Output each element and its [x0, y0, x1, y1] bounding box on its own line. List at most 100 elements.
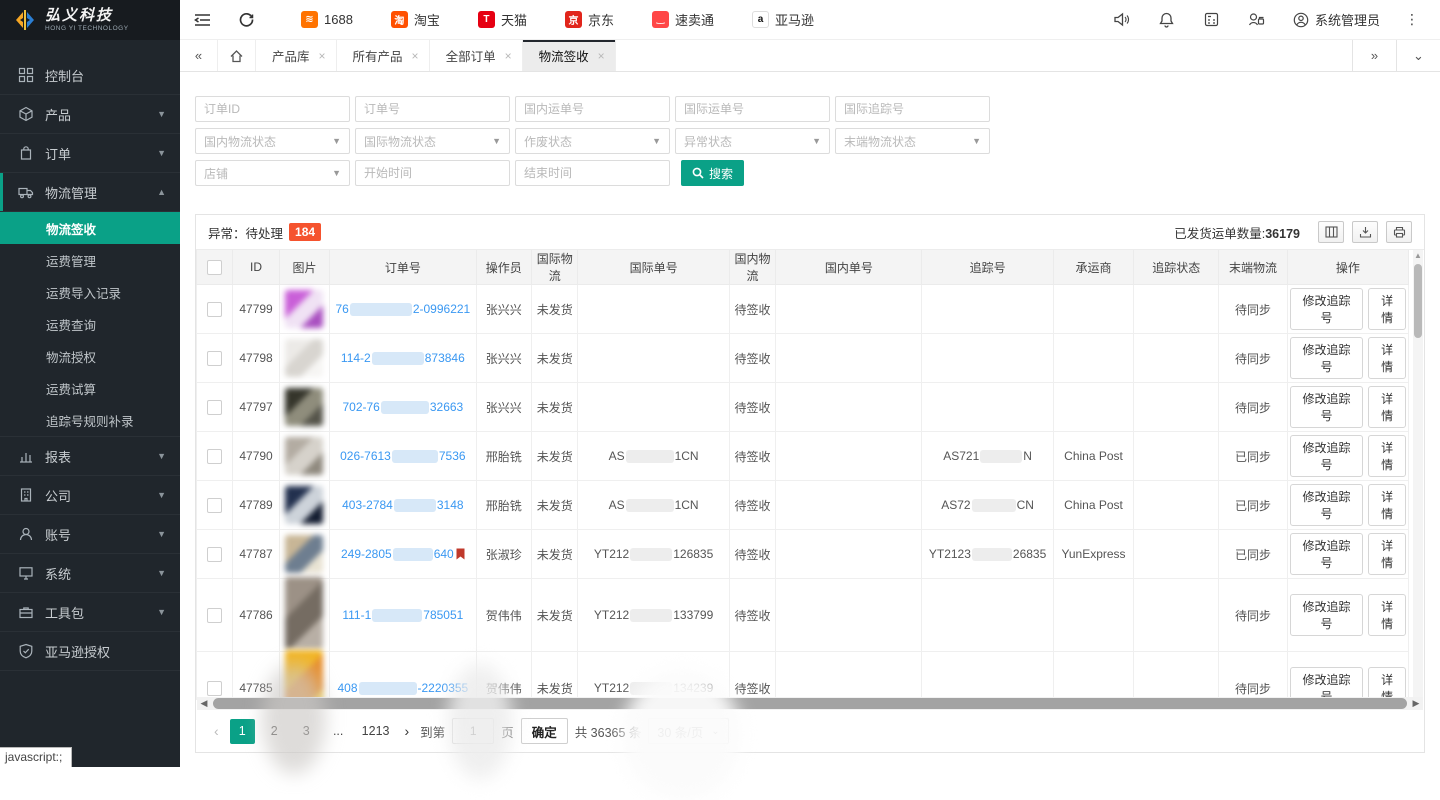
filter-input-国际运单号[interactable] [675, 96, 830, 122]
detail-button[interactable]: 详情 [1368, 484, 1406, 526]
filter-input-订单号[interactable] [355, 96, 510, 122]
prev-page-icon[interactable]: ‹ [210, 723, 223, 739]
announcement-icon[interactable] [1099, 0, 1144, 40]
filter-select-作废状态[interactable]: 作废状态▼ [515, 128, 670, 154]
sidebar-item-工具包[interactable]: 工具包▼ [0, 593, 180, 632]
goto-confirm-button[interactable]: 确定 [521, 718, 568, 744]
row-checkbox[interactable] [207, 449, 222, 464]
close-icon[interactable]: × [505, 49, 512, 63]
page-button-1213[interactable]: 1213 [358, 719, 394, 744]
scroll-up-icon[interactable]: ▲ [1413, 250, 1423, 262]
tabs-menu-icon[interactable]: ⌄ [1396, 40, 1440, 71]
edit-tracking-button[interactable]: 修改追踪号 [1290, 288, 1363, 330]
platform-amazon[interactable]: a亚马逊 [733, 0, 833, 40]
app-logo[interactable]: 弘义科技 HONG YI TECHNOLOGY [0, 0, 180, 40]
filter-select-店铺[interactable]: 店铺▼ [195, 160, 350, 186]
next-page-icon[interactable]: › [400, 723, 413, 739]
product-thumbnail[interactable] [285, 577, 323, 649]
sidebar-item-订单[interactable]: 订单▼ [0, 134, 180, 173]
export-icon[interactable] [1352, 221, 1378, 243]
columns-icon[interactable] [1318, 221, 1344, 243]
filter-select-末端物流状态[interactable]: 末端物流状态▼ [835, 128, 990, 154]
sidebar-subitem-运费查询[interactable]: 运费查询 [0, 308, 180, 340]
sidebar-subitem-物流签收[interactable]: 物流签收 [0, 212, 180, 244]
sidebar-item-物流管理[interactable]: 物流管理▲ [0, 173, 180, 212]
detail-button[interactable]: 详情 [1368, 288, 1406, 330]
more-menu-icon[interactable]: ⋮ [1394, 11, 1430, 28]
platform-tmall[interactable]: T天猫 [459, 0, 546, 40]
scroll-left-icon[interactable]: ◀ [197, 698, 211, 709]
home-tab-icon[interactable] [218, 40, 256, 71]
row-checkbox[interactable] [207, 302, 222, 317]
platform-taobao[interactable]: 淘淘宝 [372, 0, 459, 40]
filter-input-订单ID[interactable] [195, 96, 350, 122]
filter-input-国际追踪号[interactable] [835, 96, 990, 122]
edit-tracking-button[interactable]: 修改追踪号 [1290, 337, 1363, 379]
detail-button[interactable]: 详情 [1368, 667, 1406, 700]
filter-select-国际物流状态[interactable]: 国际物流状态▼ [355, 128, 510, 154]
order-number-link[interactable]: 762-0996221 [335, 302, 470, 316]
platform-jd[interactable]: 京京东 [546, 0, 633, 40]
filter-input-国内运单号[interactable] [515, 96, 670, 122]
pending-count-badge[interactable]: 184 [289, 223, 321, 241]
sidebar-subitem-物流授权[interactable]: 物流授权 [0, 340, 180, 372]
order-number-link[interactable]: 111-1785051 [342, 608, 463, 622]
edit-tracking-button[interactable]: 修改追踪号 [1290, 484, 1363, 526]
tab-物流签收[interactable]: 物流签收× [523, 40, 616, 71]
edit-tracking-button[interactable]: 修改追踪号 [1290, 386, 1363, 428]
close-icon[interactable]: × [598, 49, 605, 63]
table-scroll-area[interactable]: ID图片订单号操作员国际物流国际单号国内物流国内单号追踪号承运商追踪状态末端物流… [196, 249, 1424, 700]
filter-select-国内物流状态[interactable]: 国内物流状态▼ [195, 128, 350, 154]
row-checkbox[interactable] [207, 547, 222, 562]
tab-所有产品[interactable]: 所有产品× [337, 40, 430, 71]
order-number-link[interactable]: 403-27843148 [342, 498, 463, 512]
row-checkbox[interactable] [207, 608, 222, 623]
filter-input-开始时间[interactable] [355, 160, 510, 186]
scroll-right-icon[interactable]: ▶ [1409, 698, 1423, 709]
horizontal-scroll-thumb[interactable] [213, 698, 1407, 709]
collapse-menu-icon[interactable] [180, 0, 224, 40]
sidebar-subitem-运费试算[interactable]: 运费试算 [0, 372, 180, 404]
print-icon[interactable] [1386, 221, 1412, 243]
platform-1688[interactable]: ≋1688 [282, 0, 372, 40]
refresh-icon[interactable] [224, 0, 268, 40]
sidebar-item-报表[interactable]: 报表▼ [0, 437, 180, 476]
sidebar-item-公司[interactable]: 公司▼ [0, 476, 180, 515]
platform-aliexpress[interactable]: ‿速卖通 [633, 0, 733, 40]
product-thumbnail[interactable] [285, 437, 323, 475]
product-thumbnail[interactable] [285, 486, 323, 524]
row-checkbox[interactable] [207, 498, 222, 513]
tab-产品库[interactable]: 产品库× [256, 40, 337, 71]
edit-tracking-button[interactable]: 修改追踪号 [1290, 594, 1363, 636]
sidebar-item-产品[interactable]: 产品▼ [0, 95, 180, 134]
page-button-1[interactable]: 1 [230, 719, 255, 744]
multi-account-icon[interactable] [1234, 0, 1279, 40]
order-number-link[interactable]: 408-2220355 [337, 681, 468, 695]
detail-button[interactable]: 详情 [1368, 337, 1406, 379]
close-icon[interactable]: × [412, 49, 419, 63]
row-checkbox[interactable] [207, 400, 222, 415]
order-number-link[interactable]: 114-2873846 [341, 351, 465, 365]
sidebar-item-控制台[interactable]: 控制台 [0, 56, 180, 95]
edit-tracking-button[interactable]: 修改追踪号 [1290, 533, 1363, 575]
sidebar-subitem-运费管理[interactable]: 运费管理 [0, 244, 180, 276]
tabs-scroll-left-icon[interactable]: « [180, 40, 218, 71]
detail-button[interactable]: 详情 [1368, 594, 1406, 636]
vertical-scroll-thumb[interactable] [1414, 264, 1422, 338]
sidebar-item-系统[interactable]: 系统▼ [0, 554, 180, 593]
detail-button[interactable]: 详情 [1368, 435, 1406, 477]
row-checkbox[interactable] [207, 351, 222, 366]
product-thumbnail[interactable] [285, 290, 323, 328]
order-number-link[interactable]: 702-7632663 [342, 400, 463, 414]
sidebar-subitem-追踪号规则补录[interactable]: 追踪号规则补录 [0, 404, 180, 436]
close-icon[interactable]: × [319, 49, 326, 63]
sidebar-subitem-运费导入记录[interactable]: 运费导入记录 [0, 276, 180, 308]
page-button-3[interactable]: 3 [294, 719, 319, 744]
edit-tracking-button[interactable]: 修改追踪号 [1290, 667, 1363, 700]
sidebar-item-亚马逊授权[interactable]: 亚马逊授权 [0, 632, 180, 671]
horizontal-scrollbar[interactable]: ◀ ▶ [197, 697, 1423, 710]
filter-input-结束时间[interactable] [515, 160, 670, 186]
page-button-2[interactable]: 2 [262, 719, 287, 744]
filter-select-异常状态[interactable]: 异常状态▼ [675, 128, 830, 154]
select-all-checkbox[interactable] [207, 260, 222, 275]
